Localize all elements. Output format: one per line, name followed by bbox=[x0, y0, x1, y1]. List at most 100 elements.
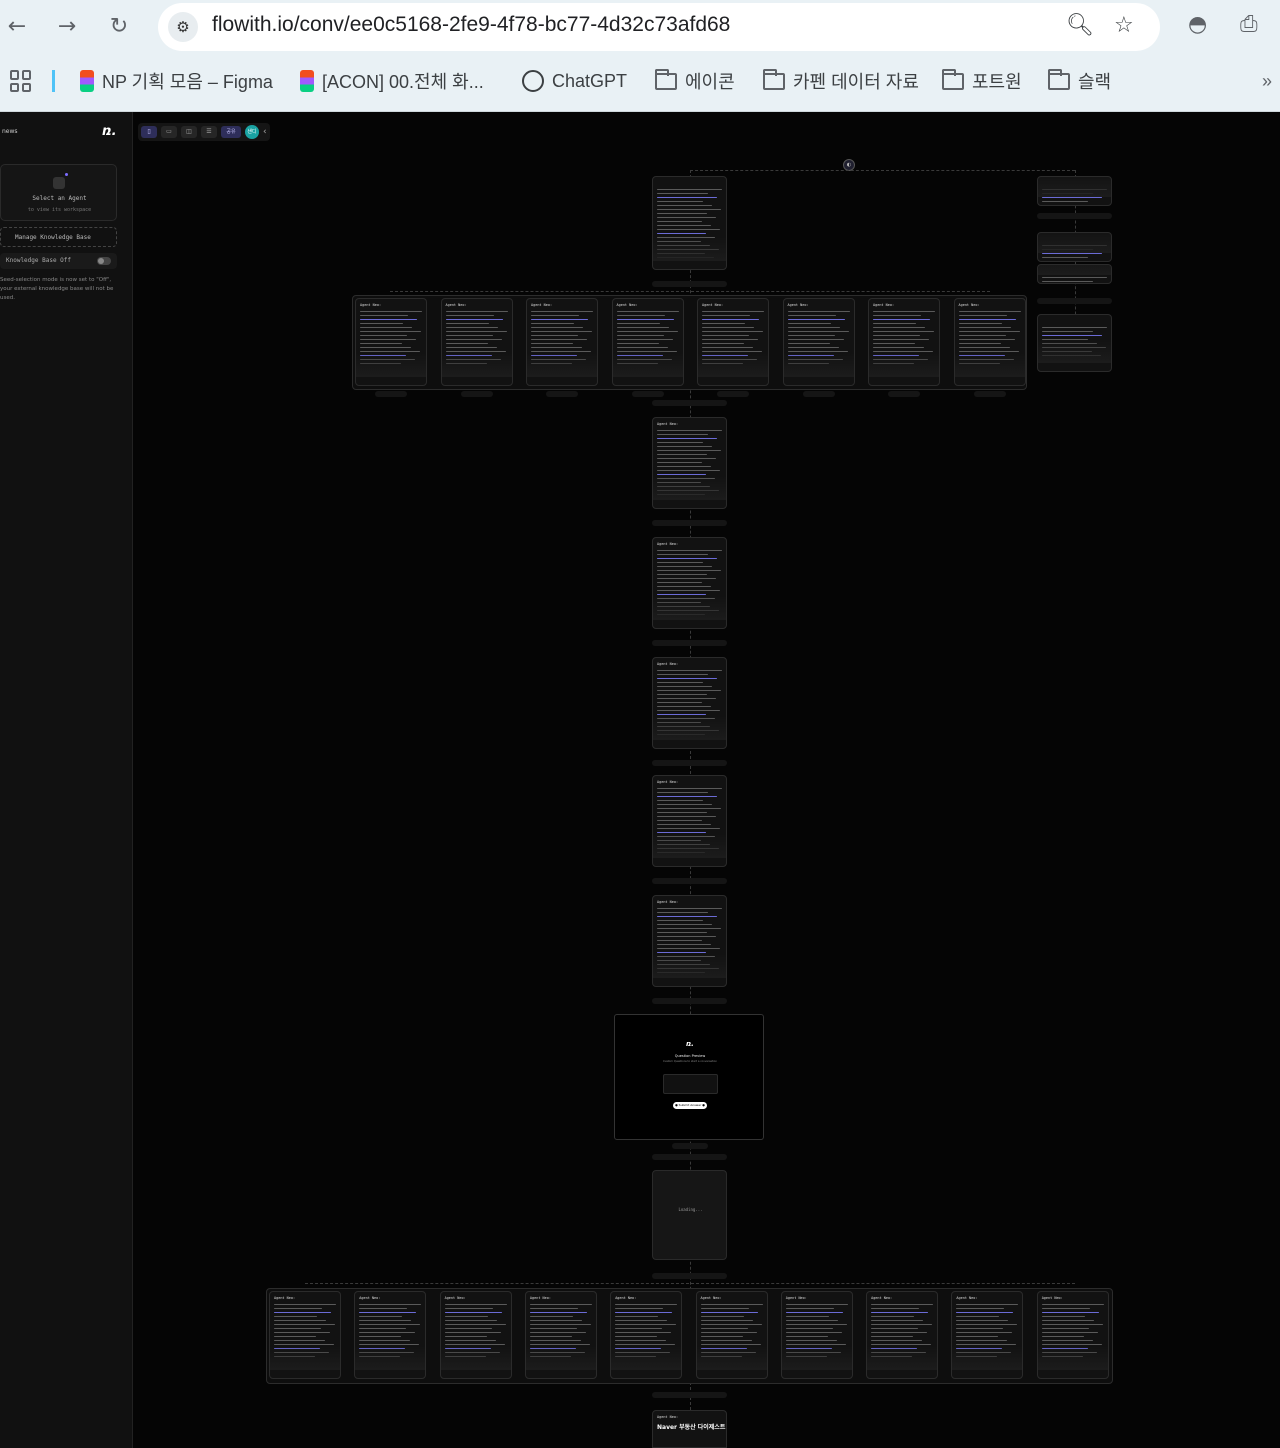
edge-label bbox=[652, 400, 727, 406]
flow-node[interactable]: Agent Neo: bbox=[866, 1291, 939, 1379]
node-text-line bbox=[529, 1320, 582, 1322]
flow-node[interactable]: Agent Neo: bbox=[695, 1291, 768, 1379]
node-text-line bbox=[956, 1308, 1005, 1310]
loading-node[interactable]: Loading... bbox=[652, 1170, 727, 1260]
node-text-line bbox=[657, 470, 720, 472]
flow-node[interactable]: Agent Neo: bbox=[652, 417, 727, 509]
bookmarks-overflow-button[interactable]: » bbox=[1262, 68, 1272, 94]
node-text-line bbox=[956, 1320, 1009, 1322]
preview-submit-button[interactable]: ● Submit Answer ● bbox=[673, 1102, 707, 1109]
bookmark-chatgpt[interactable]: ChatGPT bbox=[522, 68, 627, 94]
folder-icon bbox=[655, 68, 677, 90]
node-text-line bbox=[657, 430, 722, 432]
toggle-switch[interactable] bbox=[97, 257, 111, 265]
edge-label bbox=[973, 391, 1006, 397]
reload-button[interactable]: ↻ bbox=[104, 12, 134, 42]
site-settings-icon[interactable]: ⚙ bbox=[168, 12, 198, 42]
node-text-line bbox=[615, 1328, 663, 1330]
node-text-line bbox=[657, 578, 716, 580]
bookmark-star-icon[interactable]: ☆ bbox=[1114, 13, 1134, 38]
bookmark-folder-slack[interactable]: 슬랙 bbox=[1048, 68, 1111, 94]
forward-button[interactable]: → bbox=[52, 12, 82, 42]
flow-node[interactable]: Agent Neo: bbox=[951, 1291, 1024, 1379]
flow-node[interactable]: Agent Neo: bbox=[697, 298, 769, 386]
flow-node[interactable]: Agent Neo: bbox=[269, 1291, 341, 1379]
node-text-line bbox=[958, 323, 1002, 325]
node-text-line bbox=[359, 1332, 416, 1334]
flow-node[interactable]: Agent Neo: bbox=[355, 298, 427, 386]
node-text-line bbox=[531, 343, 573, 345]
node-header: Agent Neo: bbox=[657, 662, 679, 666]
zoom-icon[interactable]: 🔍︎ bbox=[1066, 13, 1094, 38]
node-text-line bbox=[657, 189, 722, 191]
node-text-line bbox=[616, 315, 665, 317]
node-text-line bbox=[657, 229, 720, 231]
flow-node[interactable]: Agent Neo: bbox=[526, 298, 598, 386]
share-button[interactable]: 공유 bbox=[221, 126, 241, 138]
sidebar-toggle-icon[interactable]: ▯ bbox=[141, 126, 157, 138]
flow-node[interactable]: Agent Neo: bbox=[780, 1291, 853, 1379]
bookmark-folder-acon[interactable]: 에이콘 bbox=[655, 68, 735, 94]
flow-node[interactable]: Agent Neo: bbox=[354, 1291, 427, 1379]
flow-node[interactable]: Agent Neo: bbox=[868, 298, 940, 386]
bookmark-np-figma[interactable]: NP 기획 모음 – Figma bbox=[80, 68, 273, 94]
incognito-extension-icon[interactable]: ◓ bbox=[1188, 12, 1207, 37]
flow-node[interactable]: Agent Neo: bbox=[652, 537, 727, 629]
flow-node[interactable] bbox=[1037, 264, 1112, 284]
final-node[interactable]: Agent Neo: Naver 부동산 다이제스트 bbox=[652, 1410, 727, 1448]
flow-node[interactable]: Agent Neo: bbox=[652, 657, 727, 749]
node-header: Agent Neo: bbox=[360, 303, 382, 307]
edge-label bbox=[546, 391, 578, 397]
flow-node[interactable] bbox=[652, 176, 727, 270]
node-text-line bbox=[1041, 1316, 1085, 1318]
flow-node[interactable]: Agent Neo: bbox=[524, 1291, 597, 1379]
node-text-line bbox=[871, 1304, 934, 1306]
flow-node[interactable]: Agent Neo: bbox=[652, 775, 727, 867]
select-agent-card[interactable]: Select an Agent to view its workspace bbox=[0, 164, 117, 221]
flow-node[interactable]: Agent Neo: bbox=[1036, 1291, 1109, 1379]
node-header: Agent Neo: bbox=[657, 542, 679, 546]
flow-node[interactable] bbox=[1037, 232, 1112, 262]
flow-node[interactable]: Agent Neo: bbox=[953, 298, 1026, 386]
flow-node[interactable]: Agent Neo: bbox=[782, 298, 855, 386]
node-text-line bbox=[785, 1308, 834, 1310]
node-text-line bbox=[787, 319, 845, 321]
question-preview-panel[interactable]: ռ. Question Preview Custom Questions to st… bbox=[614, 1014, 764, 1140]
node-text-line bbox=[657, 225, 711, 227]
flow-node[interactable]: Agent Neo: bbox=[439, 1291, 512, 1379]
flowith-logo[interactable]: ռ. bbox=[102, 124, 117, 139]
url-text[interactable]: flowith.io/conv/ee0c5168-2fe9-4f78-bc77-… bbox=[212, 13, 730, 37]
bookmark-folder-portone[interactable]: 포트원 bbox=[942, 68, 1022, 94]
flow-node[interactable] bbox=[1037, 314, 1112, 372]
bookmark-folder-carpen[interactable]: 카펜 데이터 자료 bbox=[763, 68, 919, 94]
node-text-line bbox=[956, 1304, 1019, 1306]
bookmark-acon-figma[interactable]: [ACON] 00.전체 화... bbox=[300, 68, 484, 94]
preview-answer-box[interactable] bbox=[663, 1074, 718, 1094]
chat-view-icon[interactable]: ▭ bbox=[161, 126, 177, 138]
workspace-title: news bbox=[2, 128, 18, 135]
back-button[interactable]: ← bbox=[2, 12, 32, 42]
knowledge-base-toggle[interactable]: Knowledge Base Off bbox=[0, 253, 117, 269]
flow-node[interactable]: Agent Neo: bbox=[440, 298, 513, 386]
node-text-line bbox=[700, 1304, 763, 1306]
flow-node[interactable]: Agent Neo: bbox=[652, 895, 727, 987]
translate-extension-icon[interactable]: ⎙ bbox=[1240, 12, 1258, 37]
flow-node[interactable]: Agent Neo: bbox=[611, 298, 684, 386]
node-fade bbox=[441, 353, 512, 377]
node-text-line bbox=[1042, 327, 1107, 329]
node-fade bbox=[1038, 265, 1111, 275]
flow-node[interactable] bbox=[1037, 176, 1112, 206]
manage-knowledge-base-button[interactable]: Manage Knowledge Base bbox=[0, 227, 117, 247]
user-avatar[interactable]: 샌디 bbox=[245, 125, 259, 139]
flow-node[interactable]: Agent Neo: bbox=[610, 1291, 683, 1379]
canvas-view-icon[interactable]: ◫ bbox=[181, 126, 197, 138]
address-bar[interactable]: ⚙ flowith.io/conv/ee0c5168-2fe9-4f78-bc7… bbox=[158, 3, 1160, 51]
chevron-left-icon[interactable]: ‹ bbox=[263, 127, 267, 137]
node-text-line bbox=[702, 323, 745, 325]
node-text-line bbox=[956, 1324, 1018, 1326]
preview-subtitle: Custom Questions to start a conversation bbox=[662, 1060, 717, 1063]
node-text-line bbox=[787, 311, 850, 313]
node-text-line bbox=[702, 327, 754, 329]
figma-icon bbox=[80, 70, 94, 92]
list-view-icon[interactable]: ☰ bbox=[201, 126, 217, 138]
